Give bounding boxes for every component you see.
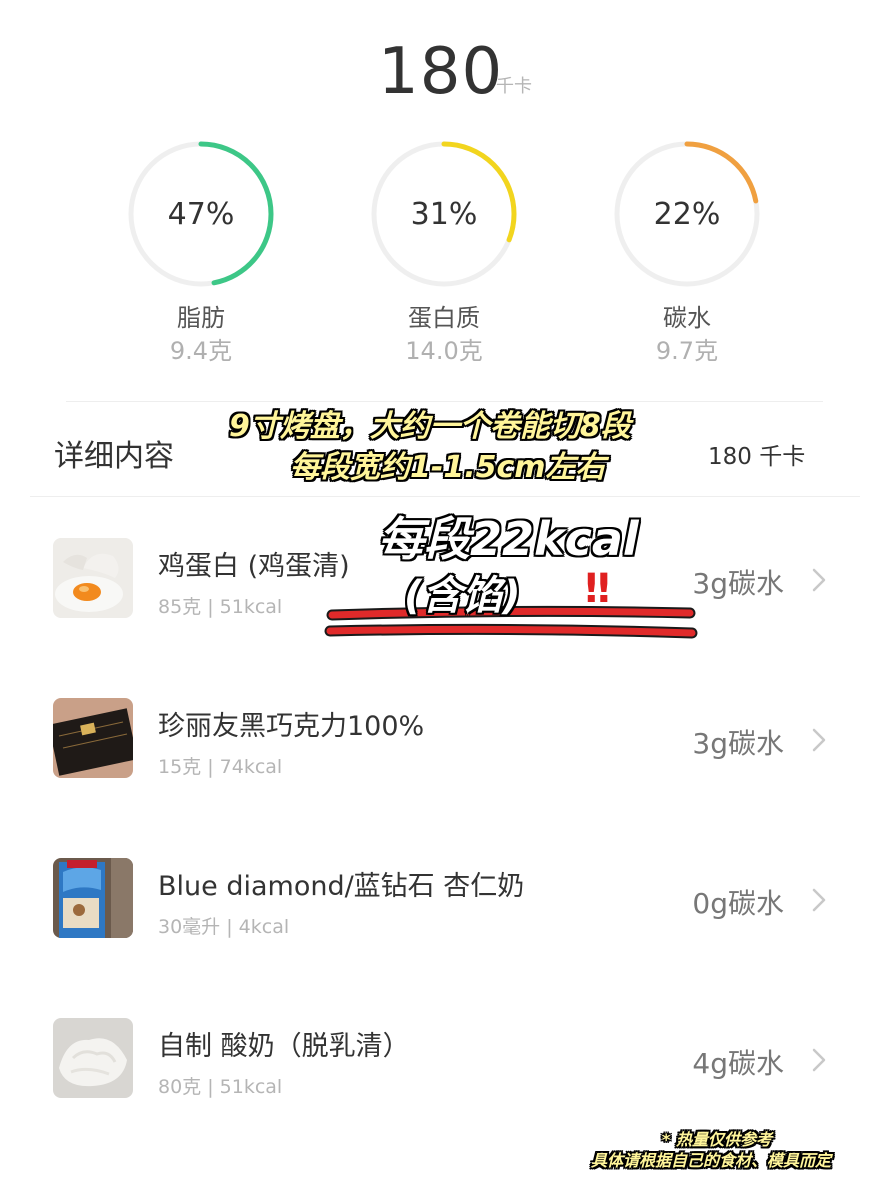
fat-ring: 47% [126,139,276,289]
food-name: Blue diamond/蓝钻石 杏仁奶 [158,871,525,902]
double-exclamation-icon: ‼ [585,566,610,612]
food-carb: 3g碳水 [692,567,784,600]
protein-ring: 31% [369,139,519,289]
chevron-right-icon [812,568,826,592]
carb-ring: 22% [612,139,762,289]
chevron-right-icon [812,888,826,912]
food-name: 自制 酸奶（脱乳清） [158,1031,410,1062]
overlay-caption-line1: 9寸烤盘，大约一个卷能切8段 [229,409,631,444]
divider [30,496,860,497]
yogurt-photo [53,1018,133,1098]
overlay-note-line2: 具体请根据自己的食材、模具而定 [591,1151,832,1170]
food-amount: 30毫升 | 4kcal [158,916,290,938]
food-name: 鸡蛋白 (鸡蛋清) [158,551,350,582]
fat-label: 脂肪 [177,304,225,332]
food-name: 珍丽友黑巧克力100% [158,711,425,742]
chevron-right-icon [812,1048,826,1072]
food-amount: 80克 | 51kcal [158,1076,283,1098]
fat-amount: 9.4克 [169,337,233,365]
carb-amount: 9.7克 [655,337,719,365]
overlay-kcal-per-slice: 每段22kcal [378,512,639,566]
food-item-chocolate[interactable]: 珍丽友黑巧克力100% 15克 | 74kcal 3g碳水 [0,698,887,798]
food-amount: 85克 | 51kcal [158,596,283,618]
dark-chocolate-photo [53,698,133,778]
food-amount: 15克 | 74kcal [158,756,283,778]
egg-white-photo [53,538,133,618]
detail-title: 详细内容 [54,439,174,474]
fat-percent: 47% [167,196,235,232]
chevron-right-icon [812,728,826,752]
protein-label: 蛋白质 [408,304,480,332]
protein-percent: 31% [410,196,478,232]
detail-total: 180 千卡 [708,444,806,470]
carb-label: 碳水 [663,304,711,332]
food-carb: 4g碳水 [692,1047,784,1080]
protein-amount: 14.0克 [405,337,483,365]
overlay-with-filling: (含馅) [404,573,521,619]
total-calories-value: 180 [378,35,504,109]
total-calories-unit: 千卡 [496,76,532,97]
carb-percent: 22% [653,196,721,232]
food-carb: 0g碳水 [692,887,784,920]
food-item-yogurt[interactable]: 自制 酸奶（脱乳清） 80克 | 51kcal 4g碳水 [0,1018,887,1118]
food-item-almond-milk[interactable]: Blue diamond/蓝钻石 杏仁奶 30毫升 | 4kcal 0g碳水 [0,858,887,958]
almond-milk-photo [53,858,133,938]
overlay-caption-line2: 每段宽约1-1.5cm左右 [290,450,606,485]
food-carb: 3g碳水 [692,727,784,760]
